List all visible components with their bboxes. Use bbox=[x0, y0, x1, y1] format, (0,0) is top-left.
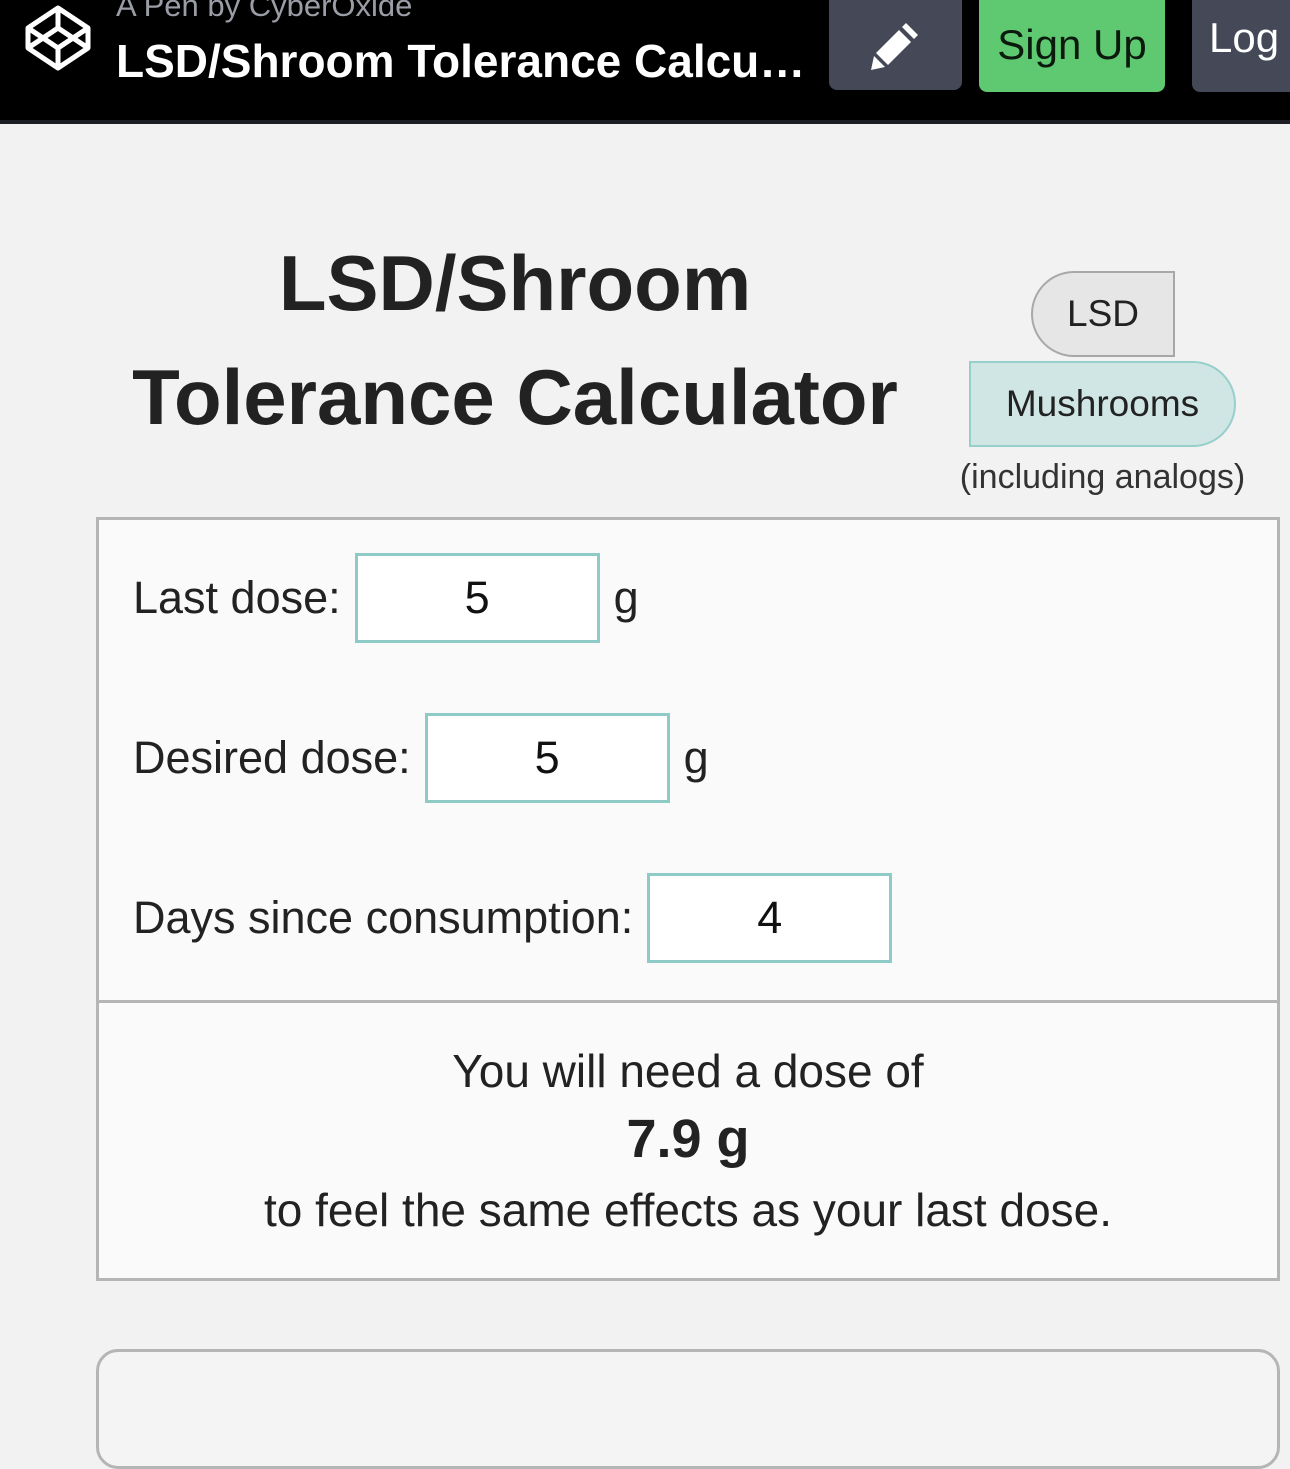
desired-dose-row: Desired dose: g bbox=[133, 713, 709, 803]
last-dose-input[interactable] bbox=[354, 553, 600, 643]
result-dose-value: 7.9 g bbox=[626, 1109, 750, 1169]
sign-up-button[interactable]: Sign Up bbox=[979, 0, 1165, 92]
edit-button[interactable] bbox=[829, 0, 962, 90]
next-panel bbox=[96, 1349, 1280, 1469]
page-title-line-1: LSD/Shroom bbox=[278, 239, 752, 327]
last-dose-row: Last dose: g bbox=[133, 553, 639, 643]
days-since-label: Days since consumption: bbox=[133, 892, 634, 943]
analogs-note: (including analogs) bbox=[959, 458, 1246, 496]
desired-dose-input[interactable] bbox=[424, 713, 670, 803]
last-dose-unit: g bbox=[613, 572, 639, 623]
result-section: You will need a dose of 7.9 g to feel th… bbox=[99, 1003, 1277, 1241]
page-title-line-2: Tolerance Calculator bbox=[132, 353, 898, 441]
substance-toggle-lsd[interactable]: LSD bbox=[1031, 271, 1175, 357]
result-intro-text: You will need a dose of bbox=[452, 1045, 924, 1097]
days-since-row: Days since consumption: bbox=[133, 873, 893, 963]
desired-dose-unit: g bbox=[683, 732, 709, 783]
result-outro-text: to feel the same effects as your last do… bbox=[263, 1184, 1113, 1236]
pen-author[interactable]: A Pen by CyberOxide bbox=[116, 0, 412, 24]
page-title: LSD/Shroom Tolerance Calculator bbox=[60, 226, 970, 454]
desired-dose-label: Desired dose: bbox=[133, 732, 411, 783]
days-since-input[interactable] bbox=[647, 873, 893, 963]
pencil-icon bbox=[870, 23, 918, 70]
codepen-logo-icon[interactable] bbox=[22, 2, 94, 74]
inputs-section: Last dose: g Desired dose: g Days since … bbox=[99, 520, 1277, 1003]
substance-toggle-mushrooms[interactable]: Mushrooms bbox=[969, 361, 1236, 447]
pen-title: LSD/Shroom Tolerance Calcu… bbox=[116, 35, 806, 87]
calculator-panel: Last dose: g Desired dose: g Days since … bbox=[96, 517, 1280, 1281]
last-dose-label: Last dose: bbox=[133, 572, 341, 623]
log-in-button[interactable]: Log bbox=[1192, 0, 1290, 92]
top-bar: A Pen by CyberOxide LSD/Shroom Tolerance… bbox=[0, 0, 1290, 124]
